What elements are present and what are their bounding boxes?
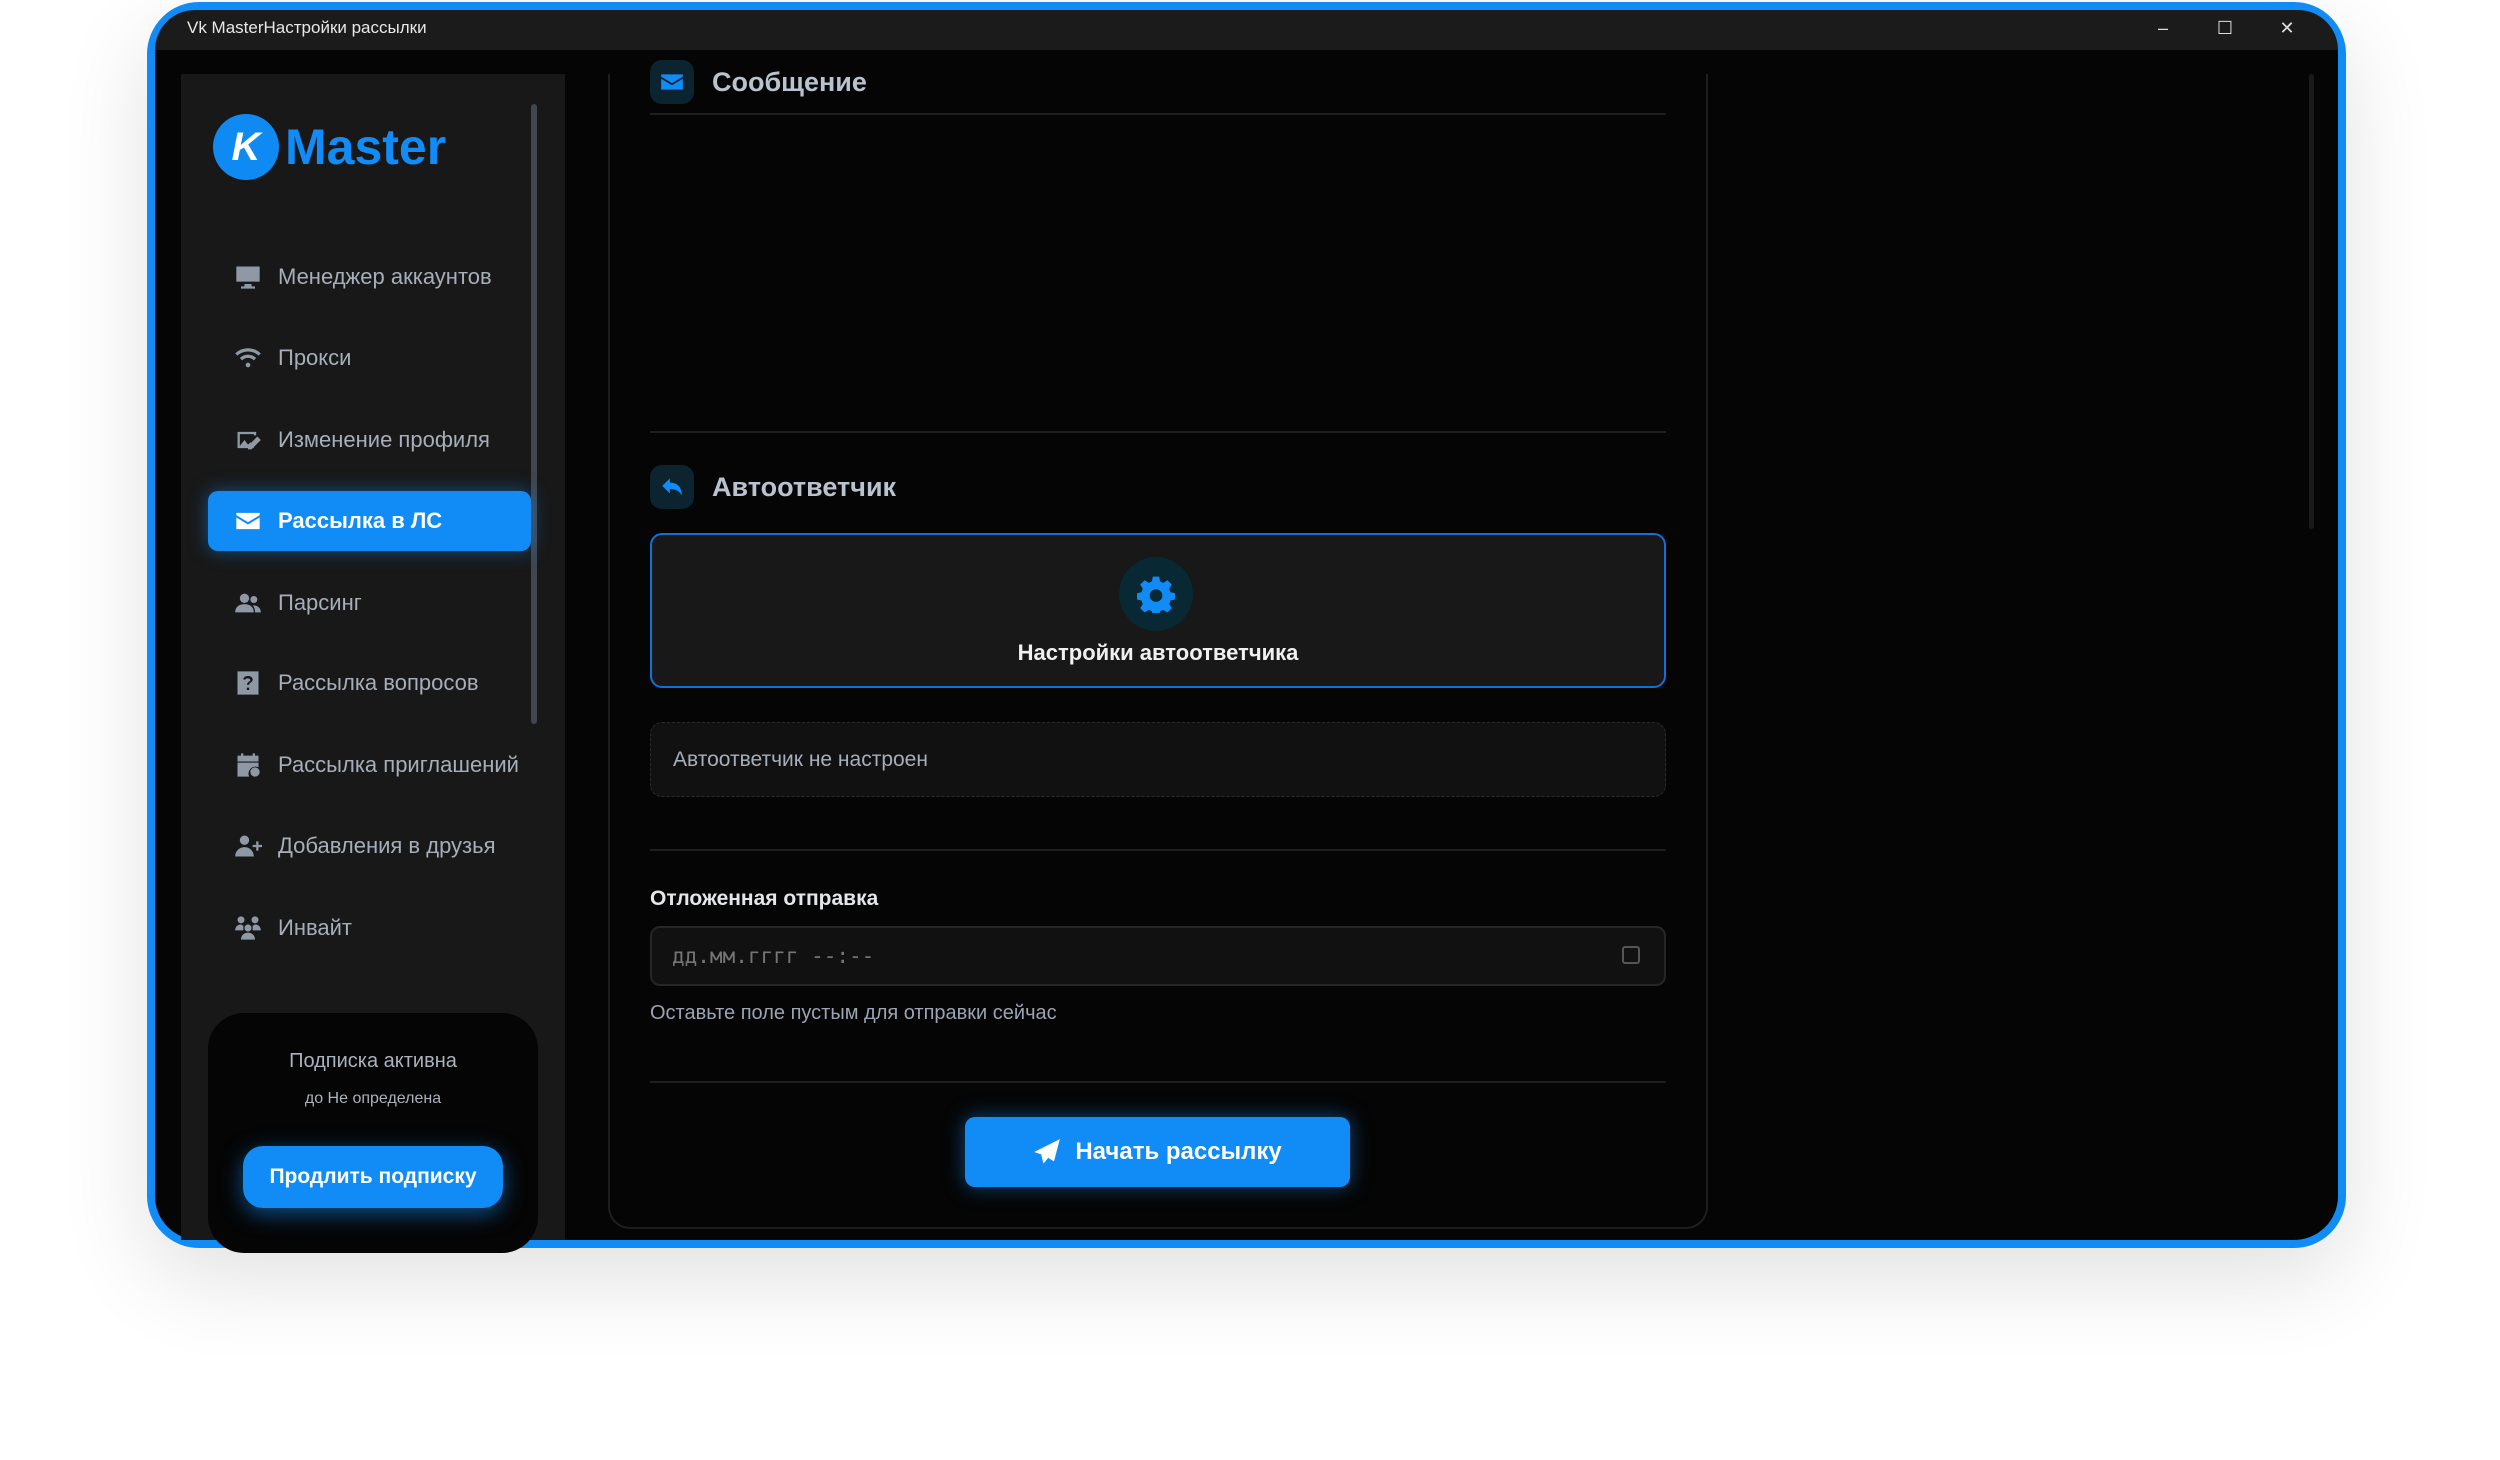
reply-icon: [650, 465, 694, 509]
autoresponder-section-header: Автоответчик: [650, 465, 896, 509]
minimize-button[interactable]: –: [2143, 14, 2183, 42]
main-scrollbar[interactable]: [2309, 74, 2314, 529]
start-mailing-button[interactable]: Начать рассылку: [965, 1117, 1350, 1187]
question-icon: [234, 669, 262, 697]
envelope-icon: [650, 60, 694, 104]
sidebar-item-accounts[interactable]: Менеджер аккаунтов: [208, 247, 531, 307]
divider: [650, 431, 1666, 433]
divider: [650, 1081, 1666, 1083]
sidebar-item-questions[interactable]: Рассылка вопросов: [208, 653, 531, 713]
window-title: Vk MasterНастройки рассылки: [187, 18, 427, 38]
sidebar-item-label: Рассылка в ЛС: [278, 508, 442, 534]
section-title: Автоответчик: [712, 472, 896, 503]
divider: [650, 113, 1666, 115]
envelope-icon: [234, 507, 262, 535]
people-group-icon: [234, 914, 262, 942]
sidebar-item-label: Инвайт: [278, 915, 352, 941]
subscription-until: до Не определена: [208, 1090, 538, 1108]
title-bar: [155, 10, 2338, 50]
sidebar-item-mailing[interactable]: Рассылка в ЛС: [208, 491, 531, 551]
subscription-card: [208, 1013, 538, 1253]
logo: K Master: [213, 114, 446, 180]
calendar-icon[interactable]: [1622, 946, 1640, 964]
wifi-icon: [234, 344, 262, 372]
sidebar-item-label: Менеджер аккаунтов: [278, 264, 492, 290]
logo-mark: K: [213, 114, 279, 180]
message-section-header: Сообщение: [650, 60, 867, 104]
sidebar-item-friends[interactable]: Добавления в друзья: [208, 816, 531, 876]
users-icon: [234, 589, 262, 617]
user-plus-icon: [234, 832, 262, 860]
sidebar-item-label: Рассылка приглашений: [278, 752, 519, 778]
delayed-send-datetime-input[interactable]: [650, 926, 1666, 986]
autoresponder-status: Автоответчик не настроен: [650, 722, 1666, 797]
delayed-send-label: Отложенная отправка: [650, 887, 878, 911]
subscription-status: Подписка активна: [208, 1050, 538, 1073]
calendar-icon: [234, 751, 262, 779]
sidebar-item-label: Прокси: [278, 345, 351, 371]
sidebar-item-proxy[interactable]: Прокси: [208, 328, 531, 388]
sidebar-item-invitations[interactable]: Рассылка приглашений: [208, 735, 531, 795]
sidebar-item-profile[interactable]: Изменение профиля: [208, 410, 531, 470]
paper-plane-icon: [1033, 1138, 1061, 1166]
sidebar-item-parsing[interactable]: Парсинг: [208, 573, 531, 633]
sidebar-item-label: Рассылка вопросов: [278, 670, 479, 696]
divider: [650, 849, 1666, 851]
logo-text: Master: [285, 118, 446, 176]
sidebar-item-label: Изменение профиля: [278, 427, 490, 453]
close-button[interactable]: ✕: [2267, 14, 2307, 42]
sidebar-item-label: Парсинг: [278, 590, 362, 616]
section-title: Сообщение: [712, 67, 867, 98]
renew-subscription-button[interactable]: Продлить подписку: [243, 1146, 503, 1208]
start-mailing-label: Начать рассылку: [1075, 1138, 1281, 1166]
sidebar-scrollbar[interactable]: [531, 104, 537, 724]
autoresponder-settings-label: Настройки автоответчика: [650, 640, 1666, 666]
maximize-button[interactable]: ☐: [2205, 14, 2245, 42]
delayed-send-hint: Оставьте поле пустым для отправки сейчас: [650, 1002, 1057, 1025]
image-edit-icon: [234, 426, 262, 454]
sidebar-item-label: Добавления в друзья: [278, 833, 496, 859]
monitor-icon: [234, 263, 262, 291]
gear-icon: [1119, 557, 1193, 631]
sidebar-item-invite[interactable]: Инвайт: [208, 898, 531, 958]
